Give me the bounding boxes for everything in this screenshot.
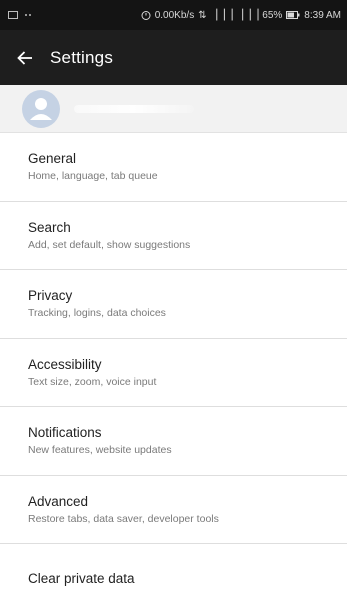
item-title: General bbox=[28, 151, 77, 167]
settings-list: General Home, language, tab queue Search… bbox=[0, 133, 347, 613]
item-subtitle: Restore tabs, data saver, developer tool… bbox=[28, 512, 219, 525]
account-name-placeholder bbox=[74, 104, 194, 113]
account-header[interactable] bbox=[0, 85, 347, 133]
dots-icon bbox=[25, 14, 31, 16]
item-subtitle: New features, website updates bbox=[28, 444, 172, 457]
item-title: Search bbox=[28, 219, 71, 235]
item-subtitle: Text size, zoom, voice input bbox=[28, 375, 157, 388]
default-avatar-icon bbox=[30, 97, 52, 120]
avatar[interactable] bbox=[22, 89, 60, 128]
clock: 8:39 AM bbox=[304, 9, 341, 21]
item-subtitle: Tracking, logins, data choices bbox=[28, 307, 166, 320]
status-bar: 0.00Kb/s ⇅ ▕▕▕ ▕▕▕ 65% 8:39 AM bbox=[0, 0, 347, 30]
item-title: Accessibility bbox=[28, 356, 102, 372]
toolbar: Settings bbox=[0, 30, 347, 85]
item-subtitle: Add, set default, show suggestions bbox=[28, 238, 191, 251]
item-title: Privacy bbox=[28, 288, 73, 304]
settings-item-search[interactable]: Search Add, set default, show suggestion… bbox=[0, 202, 347, 270]
item-title: Advanced bbox=[28, 493, 89, 509]
item-title: Notifications bbox=[28, 425, 102, 441]
signal-indicator: ⇅ ▕▕▕ ▕▕▕ bbox=[198, 9, 259, 21]
page-title: Settings bbox=[50, 47, 114, 67]
settings-item-advanced[interactable]: Advanced Restore tabs, data saver, devel… bbox=[0, 476, 347, 544]
settings-item-notifications[interactable]: Notifications New features, website upda… bbox=[0, 407, 347, 476]
settings-item-accessibility[interactable]: Accessibility Text size, zoom, voice inp… bbox=[0, 339, 347, 407]
status-right: 0.00Kb/s ⇅ ▕▕▕ ▕▕▕ 65% 8:39 AM bbox=[141, 10, 341, 21]
status-left bbox=[8, 11, 34, 19]
item-title: Clear private data bbox=[28, 570, 135, 586]
battery-percent: 65% bbox=[262, 9, 283, 21]
network-speed: 0.00Kb/s bbox=[154, 9, 195, 21]
arrow-left-icon bbox=[17, 50, 32, 65]
back-button[interactable] bbox=[0, 30, 50, 85]
settings-item-privacy[interactable]: Privacy Tracking, logins, data choices bbox=[0, 270, 347, 339]
item-subtitle: Home, language, tab queue bbox=[28, 170, 158, 183]
screenshot-icon bbox=[8, 11, 18, 19]
battery-icon bbox=[286, 11, 300, 19]
settings-item-clear-private-data[interactable]: Clear private data bbox=[0, 544, 347, 613]
settings-item-general[interactable]: General Home, language, tab queue bbox=[0, 133, 347, 202]
alarm-clock-icon bbox=[141, 11, 151, 20]
